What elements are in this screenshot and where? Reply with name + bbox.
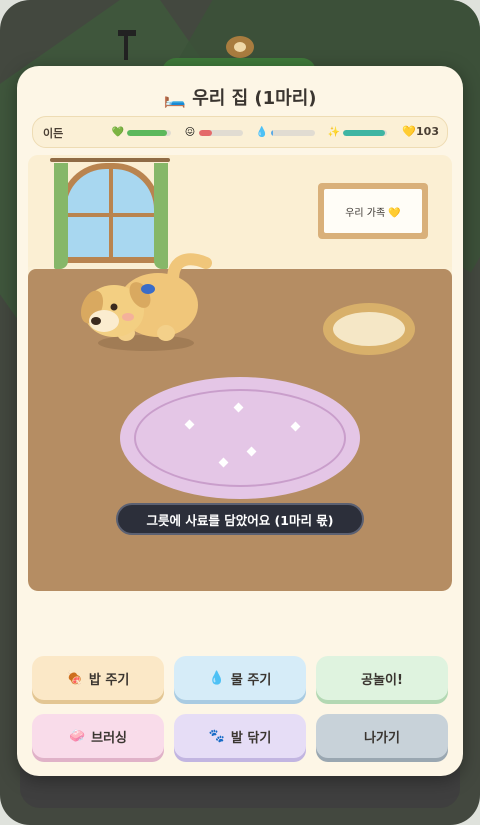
family-frame-text: 우리 가족 💛 [324, 189, 422, 233]
play-ball-button-label: 공놀이! [361, 672, 403, 688]
health-bar-fill [127, 130, 167, 136]
pet-name: 이든 [43, 127, 64, 140]
pet-dog[interactable] [66, 245, 216, 355]
feed-button-label: 밥 주기 [88, 672, 130, 688]
clean-bar [343, 130, 387, 136]
brush-button[interactable]: 🧼 브러싱 [32, 714, 164, 758]
modal-title-text: 우리 집 (1마리) [192, 88, 317, 109]
family-picture-frame[interactable]: 우리 가족 💛 [318, 183, 428, 239]
health-bar [127, 130, 171, 136]
play-ball-button[interactable]: 공놀이! [316, 656, 448, 700]
stat-mood: 😖 [183, 126, 243, 140]
modal-title: 🛏️ 우리 집 (1마리) [17, 84, 463, 110]
stat-thirst: 💧 [255, 126, 315, 140]
pet-status-bar: 이든 💚 😖 💧 ✨ 💛103 [32, 116, 448, 148]
pet-bed[interactable] [323, 303, 415, 355]
thirst-bar [271, 130, 315, 136]
dog-blush [122, 313, 134, 321]
paw-wash-button-label: 발 닦기 [230, 730, 272, 746]
bed-icon: 🛏️ [163, 88, 186, 109]
window-glass [66, 169, 154, 257]
droplet-icon: 💧 [255, 127, 269, 138]
room-scene: 우리 가족 💛 그릇에 사료를 담았어요 (1마리 몫) [28, 155, 452, 591]
heart-icon: 💚 [111, 127, 125, 138]
exit-button[interactable]: 나가기 [316, 714, 448, 758]
status-toast: 그릇에 사료를 담았어요 (1마리 몫) [116, 503, 364, 535]
water-button[interactable]: 💧 물 주기 [174, 656, 306, 700]
curtain-rod [50, 158, 170, 162]
stat-clean: ✨ [327, 126, 387, 140]
mood-bar-fill [199, 130, 213, 136]
exit-button-label: 나가기 [364, 730, 400, 746]
meat-icon: 🍖 [66, 670, 83, 686]
coin-counter: 💛103 [402, 125, 439, 138]
pet-bed-cushion [333, 312, 405, 346]
stat-health: 💚 [111, 126, 171, 140]
house-modal: 🛏️ 우리 집 (1마리) 이든 💚 😖 💧 ✨ 💛103 우리 가족 💛 그릇… [17, 66, 463, 776]
mood-bar [199, 130, 243, 136]
coin-count: 103 [416, 125, 439, 138]
thirst-bar-fill [271, 130, 274, 136]
coin-heart-icon: 💛 [402, 125, 417, 138]
paw-icon: 🐾 [208, 728, 225, 744]
feed-button[interactable]: 🍖 밥 주기 [32, 656, 164, 700]
signpost-pole [124, 34, 128, 60]
water-button-label: 물 주기 [230, 672, 272, 688]
dog-nose [91, 317, 101, 325]
dog-shadow [98, 335, 194, 351]
brush-button-label: 브러싱 [91, 730, 128, 746]
world-dog-sprite [226, 36, 254, 58]
dog-bow [141, 284, 155, 294]
dog-eye [110, 303, 118, 311]
paw-wash-button[interactable]: 🐾 발 닦기 [174, 714, 306, 758]
droplet-icon: 💧 [208, 670, 225, 686]
soap-icon: 🧼 [68, 728, 86, 744]
pink-rug [120, 377, 360, 499]
sparkles-icon: ✨ [327, 127, 341, 138]
clean-bar-fill [343, 130, 385, 136]
dog-leg [157, 325, 175, 341]
face-icon: 😖 [184, 127, 196, 138]
